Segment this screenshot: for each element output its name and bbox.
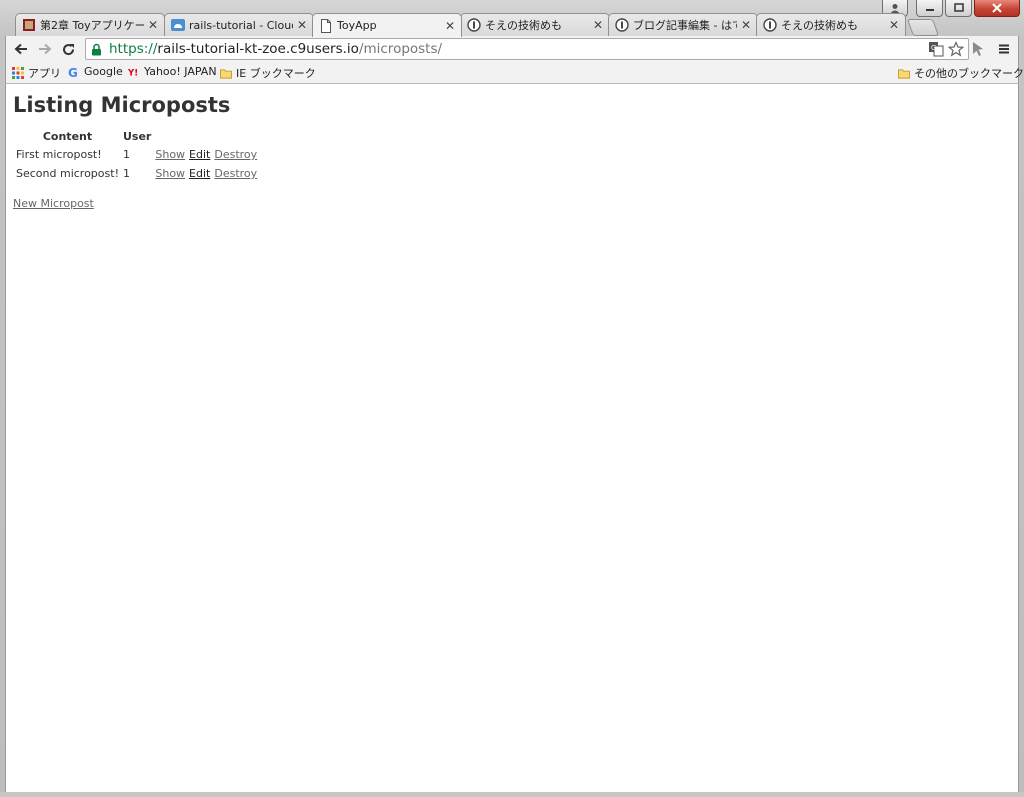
tab-close-icon[interactable]: ✕ <box>889 18 899 32</box>
bookmark-ie-folder[interactable]: IE ブックマーク <box>220 65 316 81</box>
cell-content: First micropost! <box>16 148 102 161</box>
column-header-actions <box>154 129 258 144</box>
tab-title: そえの技術めも <box>485 19 562 32</box>
menu-icon[interactable] <box>995 40 1013 58</box>
edit-link[interactable]: Edit <box>189 167 210 180</box>
new-tab-button[interactable] <box>906 19 940 36</box>
apps-grid-icon <box>12 67 24 79</box>
cell-user: 1 <box>122 148 130 161</box>
extension-cursor-icon[interactable] <box>969 40 987 58</box>
tab-close-icon[interactable]: ✕ <box>593 18 603 32</box>
bookmark-label: アプリ <box>28 67 61 80</box>
folder-icon <box>898 67 910 79</box>
tab-close-icon[interactable]: ✕ <box>148 18 158 32</box>
lock-icon <box>91 42 105 56</box>
column-header-user: User <box>122 130 152 143</box>
url-path: /microposts/ <box>358 41 443 57</box>
tab-title: ToyApp <box>337 19 377 32</box>
forward-arrow-icon[interactable] <box>36 40 54 58</box>
table-row: Second micropost! 1 Show Edit Destroy <box>15 165 258 182</box>
hatena-favicon-icon <box>615 18 629 32</box>
tab-5[interactable]: ブログ記事編集 - はて ✕ <box>608 13 758 36</box>
svg-text:G: G <box>68 66 78 78</box>
new-micropost-link[interactable]: New Micropost <box>13 197 94 210</box>
show-link[interactable]: Show <box>155 167 185 180</box>
page-content: Listing Microposts Content User First mi… <box>5 84 1019 792</box>
cell-content: Second micropost! <box>16 167 119 180</box>
bookmark-apps[interactable]: アプリ <box>12 65 61 81</box>
show-link[interactable]: Show <box>155 148 185 161</box>
address-bar[interactable]: https://rails-tutorial-kt-zoe.c9users.io… <box>85 38 969 60</box>
svg-text:Y!: Y! <box>128 68 138 78</box>
page-favicon-icon <box>319 18 333 33</box>
destroy-link[interactable]: Destroy <box>214 148 257 161</box>
bookmark-label: Yahoo! JAPAN <box>144 65 217 78</box>
folder-icon <box>220 67 232 79</box>
bookmark-label: IE ブックマーク <box>236 67 316 80</box>
hatena-favicon-icon <box>467 18 481 32</box>
tab-6[interactable]: そえの技術めも ✕ <box>756 13 906 36</box>
bookmark-label: Google <box>84 65 123 78</box>
tab-3[interactable]: ToyApp ✕ <box>312 13 462 37</box>
book-favicon-icon <box>22 18 36 32</box>
tab-1[interactable]: 第2章 Toyアプリケーシ ✕ <box>15 13 165 36</box>
google-icon: G <box>68 66 80 78</box>
tab-4[interactable]: そえの技術めも ✕ <box>460 13 610 36</box>
table-header-row: Content User <box>15 129 258 144</box>
cell-user: 1 <box>122 167 130 180</box>
tab-title: そえの技術めも <box>781 19 858 32</box>
edit-link[interactable]: Edit <box>189 148 210 161</box>
column-header-content: Content <box>42 130 93 143</box>
star-bookmark-icon[interactable] <box>947 41 965 61</box>
url-host: rails-tutorial-kt-zoe.c9users.io <box>157 41 359 57</box>
translate-icon[interactable]: G <box>928 41 944 61</box>
cloud9-favicon-icon <box>171 18 185 32</box>
microposts-table: Content User First micropost! 1 Show Edi… <box>13 127 260 184</box>
svg-text:G: G <box>931 44 936 52</box>
tab-close-icon[interactable]: ✕ <box>297 18 307 32</box>
tab-title: ブログ記事編集 - はて <box>633 19 737 32</box>
yahoo-icon: Y! <box>128 66 140 78</box>
bookmark-label: その他のブックマーク <box>914 67 1024 80</box>
window-bottom-edge <box>0 792 1024 797</box>
tab-close-icon[interactable]: ✕ <box>741 18 751 32</box>
tab-2[interactable]: rails-tutorial - Cloud9 ✕ <box>164 13 314 36</box>
page-title: Listing Microposts <box>13 93 231 117</box>
tab-title: rails-tutorial - Cloud9 <box>189 18 293 32</box>
back-arrow-icon[interactable] <box>12 40 30 58</box>
destroy-link[interactable]: Destroy <box>214 167 257 180</box>
hatena-favicon-icon <box>763 18 777 32</box>
browser-window: 第2章 Toyアプリケーシ ✕ rails-tutorial - Cloud9 … <box>0 0 1024 797</box>
url-text: https://rails-tutorial-kt-zoe.c9users.io… <box>109 41 442 57</box>
bookmarks-bar: アプリ G Google Y! Yahoo! JAPAN IE ブックマーク そ… <box>5 62 1024 84</box>
omnibox-actions: G <box>928 41 965 61</box>
tab-strip: 第2章 Toyアプリケーシ ✕ rails-tutorial - Cloud9 … <box>0 13 1024 37</box>
toolbar: https://rails-tutorial-kt-zoe.c9users.io… <box>5 36 1019 62</box>
new-micropost-container: New Micropost <box>13 197 94 210</box>
bookmark-other-folder[interactable]: その他のブックマーク <box>898 65 1024 81</box>
bookmark-yahoo[interactable]: Y! Yahoo! JAPAN <box>128 65 217 78</box>
reload-icon[interactable] <box>59 40 77 58</box>
tab-close-icon[interactable]: ✕ <box>445 19 455 33</box>
url-scheme: https:// <box>109 41 158 57</box>
bookmark-google[interactable]: G Google <box>68 65 123 78</box>
tab-title: 第2章 Toyアプリケーシ <box>40 19 144 32</box>
table-row: First micropost! 1 Show Edit Destroy <box>15 146 258 163</box>
